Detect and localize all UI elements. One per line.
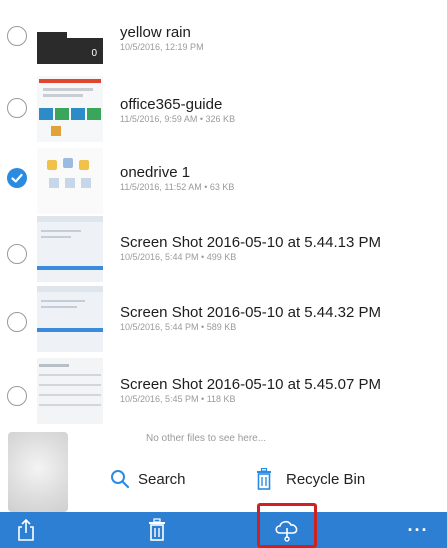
file-name: onedrive 1 <box>120 164 191 181</box>
file-name: Screen Shot 2016-05-10 at 5.44.13 PM <box>120 234 382 251</box>
select-radio[interactable] <box>7 26 27 46</box>
file-thumbnail <box>37 76 103 142</box>
file-row[interactable]: Screen Shot 2016-05-10 at 5.44.32 PM 10/… <box>0 280 447 352</box>
select-radio[interactable] <box>7 244 27 264</box>
file-row[interactable]: onedrive 1 11/5/2016, 11:52 AM • 63 KB <box>0 140 447 214</box>
share-button[interactable] <box>4 512 48 548</box>
file-name: yellow rain <box>120 24 191 41</box>
search-icon <box>111 470 130 489</box>
more-icon: ··· <box>407 519 429 540</box>
file-name: Screen Shot 2016-05-10 at 5.44.32 PM <box>120 304 382 321</box>
file-meta: 10/5/2016, 5:44 PM • 589 KB <box>120 322 237 332</box>
search-label: Search <box>138 470 186 488</box>
no-more-files-text: No other files to see here... <box>146 433 267 444</box>
search-button[interactable]: Search <box>110 466 186 492</box>
recycle-bin-label: Recycle Bin <box>286 470 366 488</box>
delete-icon <box>149 518 165 541</box>
more-button[interactable]: ··· <box>396 512 440 548</box>
highlight-box <box>257 503 317 548</box>
select-radio[interactable] <box>7 386 27 406</box>
file-thumbnail <box>37 358 103 424</box>
file-row[interactable]: 0 yellow rain 10/5/2016, 12:19 PM <box>0 0 447 70</box>
checkmark-icon <box>11 173 23 183</box>
file-meta: 10/5/2016, 12:19 PM <box>120 42 204 52</box>
file-thumbnail: 0 <box>37 0 103 64</box>
bottom-toolbar: ··· <box>0 512 447 548</box>
file-name: office365-guide <box>120 96 223 113</box>
file-meta: 11/5/2016, 9:59 AM • 326 KB <box>120 114 236 124</box>
file-thumbnail <box>37 148 103 214</box>
file-name: Screen Shot 2016-05-10 at 5.45.07 PM <box>120 376 382 393</box>
recycle-bin-icon <box>257 468 271 490</box>
file-meta: 11/5/2016, 11:52 AM • 63 KB <box>120 182 235 192</box>
recycle-bin-button[interactable]: Recycle Bin <box>256 466 365 492</box>
file-row[interactable]: Screen Shot 2016-05-10 at 5.45.07 PM 10/… <box>0 350 447 424</box>
select-radio-checked[interactable] <box>7 168 27 188</box>
placeholder-thumbnail <box>8 432 68 512</box>
file-row[interactable]: Screen Shot 2016-05-10 at 5.44.13 PM 10/… <box>0 210 447 282</box>
share-icon <box>18 518 34 541</box>
select-radio[interactable] <box>7 312 27 332</box>
thumbnail-label: 0 <box>91 48 97 59</box>
file-thumbnail <box>37 286 103 352</box>
delete-button[interactable] <box>135 512 179 548</box>
file-row[interactable]: office365-guide 11/5/2016, 9:59 AM • 326… <box>0 70 447 142</box>
select-radio[interactable] <box>7 98 27 118</box>
file-thumbnail <box>37 216 103 282</box>
file-meta: 10/5/2016, 5:44 PM • 499 KB <box>120 252 237 262</box>
file-meta: 10/5/2016, 5:45 PM • 118 KB <box>120 394 236 404</box>
